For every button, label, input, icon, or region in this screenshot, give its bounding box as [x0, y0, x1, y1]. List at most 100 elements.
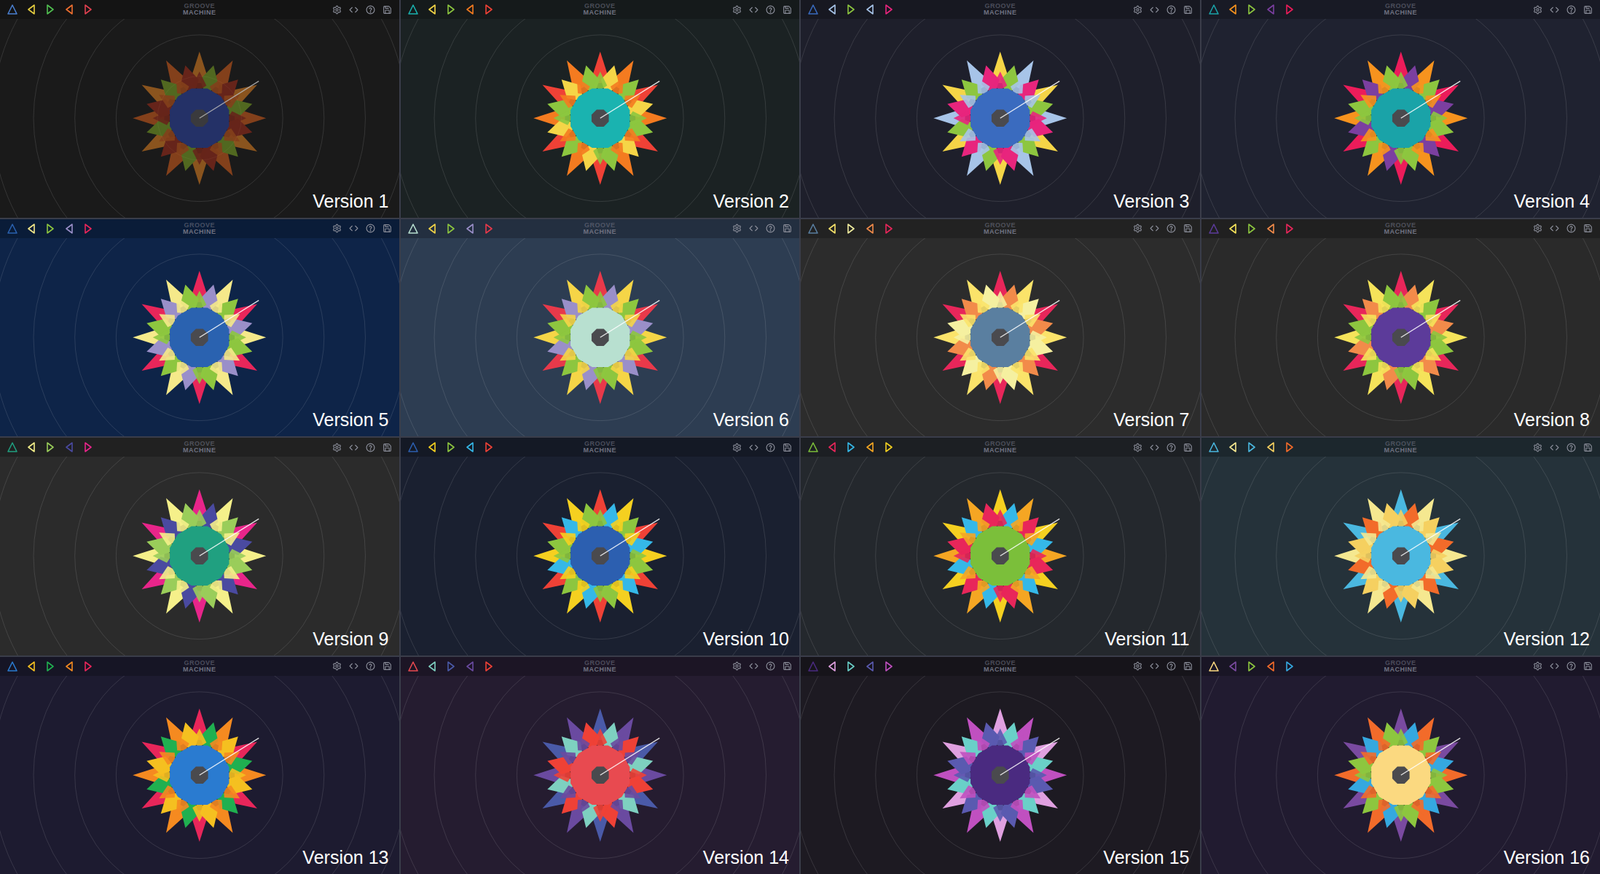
- rhythm-flower[interactable]: [1334, 489, 1468, 623]
- rhythm-flower[interactable]: [132, 51, 266, 186]
- track-icon[interactable]: [464, 442, 476, 453]
- help-icon[interactable]: [1566, 661, 1576, 672]
- save-icon[interactable]: [1183, 5, 1193, 15]
- code-icon[interactable]: [1549, 661, 1560, 672]
- track-icon[interactable]: [7, 4, 18, 15]
- rhythm-flower[interactable]: [533, 708, 667, 842]
- track-icon[interactable]: [845, 223, 857, 234]
- gear-icon[interactable]: [1132, 661, 1143, 672]
- gear-icon[interactable]: [732, 442, 742, 453]
- code-icon[interactable]: [1549, 223, 1560, 234]
- gear-icon[interactable]: [1532, 223, 1543, 234]
- track-icon[interactable]: [1284, 4, 1295, 15]
- save-icon[interactable]: [1583, 5, 1593, 15]
- track-icon[interactable]: [883, 223, 894, 234]
- help-icon[interactable]: [365, 5, 376, 15]
- track-icon[interactable]: [83, 661, 94, 672]
- save-icon[interactable]: [1183, 442, 1193, 453]
- track-icon[interactable]: [445, 661, 457, 672]
- help-icon[interactable]: [1566, 223, 1576, 234]
- code-icon[interactable]: [1549, 5, 1560, 15]
- code-icon[interactable]: [748, 442, 759, 453]
- track-icon[interactable]: [1208, 661, 1219, 672]
- track-icon[interactable]: [1208, 223, 1219, 234]
- help-icon[interactable]: [1166, 442, 1176, 453]
- gear-icon[interactable]: [332, 661, 342, 672]
- rhythm-flower[interactable]: [132, 489, 266, 623]
- track-icon[interactable]: [883, 661, 894, 672]
- gear-icon[interactable]: [1132, 442, 1143, 453]
- groove-canvas[interactable]: [800, 676, 1200, 874]
- rhythm-flower[interactable]: [933, 489, 1067, 623]
- gear-icon[interactable]: [332, 223, 342, 234]
- rhythm-flower[interactable]: [533, 489, 667, 623]
- code-icon[interactable]: [748, 223, 759, 234]
- track-icon[interactable]: [826, 223, 838, 234]
- save-icon[interactable]: [382, 661, 392, 672]
- code-icon[interactable]: [348, 5, 359, 15]
- track-icon[interactable]: [7, 661, 18, 672]
- track-icon[interactable]: [7, 223, 18, 234]
- groove-canvas[interactable]: [1201, 456, 1600, 656]
- track-icon[interactable]: [26, 223, 37, 234]
- track-icon[interactable]: [1265, 661, 1276, 672]
- rhythm-flower[interactable]: [933, 708, 1067, 842]
- track-icon[interactable]: [45, 4, 56, 15]
- track-icon[interactable]: [426, 223, 438, 234]
- gear-icon[interactable]: [332, 5, 342, 15]
- save-icon[interactable]: [382, 223, 392, 234]
- groove-canvas[interactable]: [1201, 676, 1600, 874]
- track-icon[interactable]: [864, 442, 876, 453]
- code-icon[interactable]: [348, 661, 359, 672]
- groove-canvas[interactable]: [400, 456, 800, 656]
- track-icon[interactable]: [426, 4, 438, 15]
- track-icon[interactable]: [45, 442, 56, 453]
- track-icon[interactable]: [483, 4, 494, 15]
- track-icon[interactable]: [64, 661, 75, 672]
- groove-canvas[interactable]: [800, 456, 1200, 656]
- track-icon[interactable]: [64, 4, 75, 15]
- code-icon[interactable]: [748, 661, 759, 672]
- help-icon[interactable]: [1566, 5, 1576, 15]
- track-icon[interactable]: [426, 442, 438, 453]
- track-icon[interactable]: [464, 661, 476, 672]
- track-icon[interactable]: [7, 442, 18, 453]
- rhythm-flower[interactable]: [933, 270, 1067, 404]
- track-icon[interactable]: [883, 442, 894, 453]
- gear-icon[interactable]: [732, 661, 742, 672]
- rhythm-flower[interactable]: [1334, 708, 1468, 842]
- track-icon[interactable]: [408, 223, 419, 234]
- track-icon[interactable]: [1227, 442, 1238, 453]
- save-icon[interactable]: [382, 5, 392, 15]
- groove-canvas[interactable]: [800, 238, 1200, 438]
- track-icon[interactable]: [45, 223, 56, 234]
- save-icon[interactable]: [1183, 223, 1193, 234]
- track-icon[interactable]: [483, 661, 494, 672]
- rhythm-flower[interactable]: [132, 270, 266, 404]
- help-icon[interactable]: [1166, 223, 1176, 234]
- groove-canvas[interactable]: [1201, 18, 1600, 218]
- track-icon[interactable]: [83, 4, 94, 15]
- track-icon[interactable]: [64, 223, 75, 234]
- save-icon[interactable]: [782, 661, 792, 672]
- code-icon[interactable]: [1149, 223, 1160, 234]
- groove-canvas[interactable]: [0, 676, 400, 874]
- track-icon[interactable]: [464, 223, 476, 234]
- track-icon[interactable]: [83, 442, 94, 453]
- save-icon[interactable]: [782, 442, 792, 453]
- track-icon[interactable]: [1227, 223, 1238, 234]
- track-icon[interactable]: [845, 661, 857, 672]
- track-icon[interactable]: [845, 442, 857, 453]
- help-icon[interactable]: [765, 442, 776, 453]
- track-icon[interactable]: [1265, 223, 1276, 234]
- track-icon[interactable]: [1284, 661, 1295, 672]
- track-icon[interactable]: [808, 4, 819, 15]
- track-icon[interactable]: [408, 4, 419, 15]
- track-icon[interactable]: [1227, 4, 1238, 15]
- track-icon[interactable]: [808, 223, 819, 234]
- code-icon[interactable]: [1149, 5, 1160, 15]
- track-icon[interactable]: [1284, 223, 1295, 234]
- track-icon[interactable]: [26, 4, 37, 15]
- track-icon[interactable]: [1208, 442, 1219, 453]
- track-icon[interactable]: [408, 442, 419, 453]
